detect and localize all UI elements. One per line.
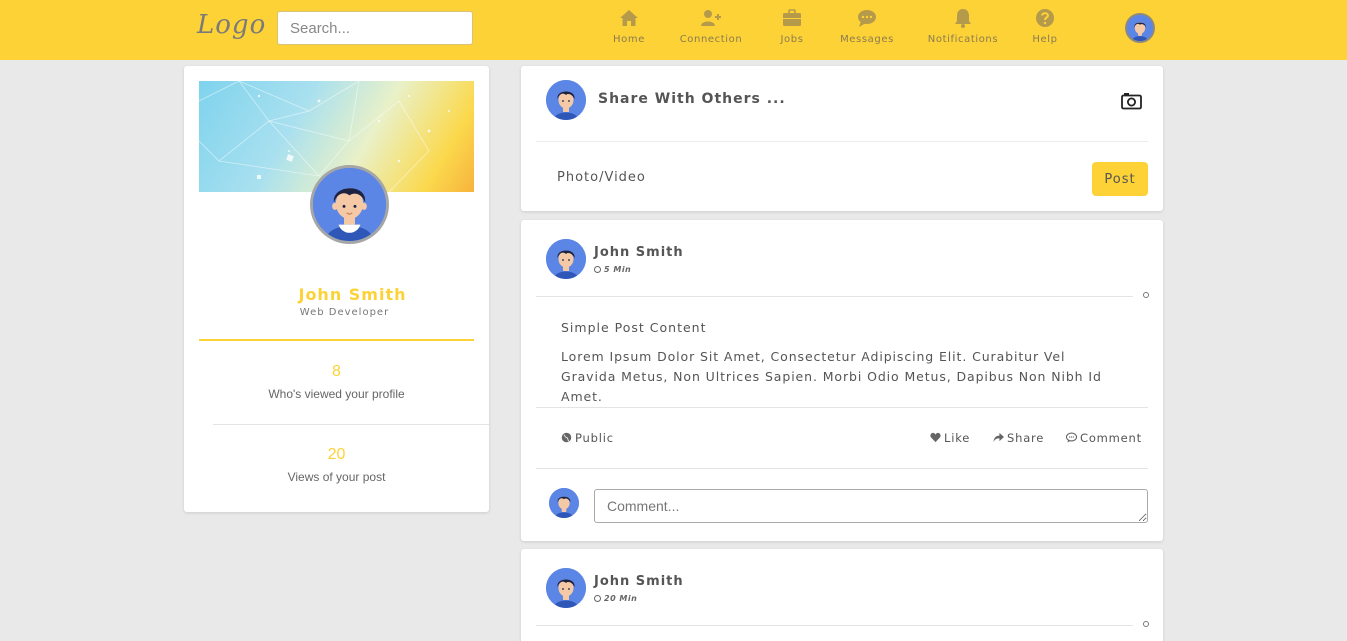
user-avatar[interactable] [1125,13,1155,43]
logo[interactable]: Logo [197,10,266,40]
comment-label: Comment [1080,431,1142,445]
nav-notifications[interactable]: Notifications [923,8,1003,45]
nav-label: Home [613,34,645,45]
share-label: Share [1007,431,1045,445]
post-author[interactable]: John Smith [594,245,684,260]
nav-label: Notifications [927,34,999,45]
share-button[interactable]: Share [993,431,1044,445]
stat-value: 20 [327,446,346,463]
post-author-avatar[interactable] [546,568,586,608]
avatar-icon [546,568,586,608]
avatar-icon [546,80,586,120]
post-heading: Simple Post Content [561,320,707,335]
share-avatar[interactable] [546,80,586,120]
stat-label: Who's viewed your profile [268,387,405,401]
visibility-label: Public [575,431,614,445]
like-label: Like [944,431,971,445]
divider [536,141,1148,142]
divider [536,625,1133,626]
avatar-icon [549,488,579,518]
post-views-stat[interactable]: 20 Views of your post [184,446,489,484]
avatar-icon [313,168,386,241]
divider [199,339,474,341]
avatar-icon [1127,15,1153,41]
divider [213,424,489,425]
post-card: John Smith 20 Min [521,549,1163,641]
share-icon [993,432,1004,443]
profile-avatar[interactable] [310,165,389,244]
clock-icon [594,266,601,273]
stat-label: Views of your post [287,470,386,484]
share-title[interactable]: Share With Others ... [598,91,786,107]
post-card: John Smith 5 Min Simple Post Content Lor… [521,220,1163,541]
nav-label: Connection [679,34,743,45]
divider [536,468,1148,469]
profile-card: John Smith Web Developer 8 Who's viewed … [184,66,489,512]
post-author-avatar[interactable] [546,239,586,279]
comment-button[interactable]: Comment [1065,431,1142,445]
question-icon [1036,9,1054,27]
nav-home[interactable]: Home [589,8,669,45]
bell-icon [955,9,971,28]
post-time-text: 20 Min [604,594,638,603]
divider [536,296,1133,297]
heart-icon [930,432,941,443]
comment-icon [858,10,876,27]
avatar-icon [546,239,586,279]
nav-help[interactable]: Help [1005,8,1085,45]
home-icon [620,10,638,26]
post-options-icon[interactable] [1143,292,1149,298]
nav-jobs[interactable]: Jobs [752,8,832,45]
post-time: 20 Min [594,594,637,603]
nav-messages[interactable]: Messages [827,8,907,45]
stat-value: 8 [332,363,341,380]
photo-video-link[interactable]: Photo/Video [557,170,646,185]
post-author[interactable]: John Smith [594,574,684,589]
nav-label: Jobs [780,34,804,45]
visibility-indicator: Public [561,431,614,445]
nav-connection[interactable]: Connection [671,8,751,45]
comment-input[interactable] [594,489,1148,523]
clock-icon [594,595,601,602]
comment-icon [1065,432,1078,443]
search-input[interactable] [277,11,473,45]
like-button[interactable]: Like [930,431,970,445]
post-body: Lorem Ipsum Dolor Sit Amet, Consectetur … [561,349,1102,404]
briefcase-icon [783,9,801,26]
post-time: 5 Min [594,265,631,274]
post-button[interactable]: Post [1092,162,1148,196]
commenter-avatar[interactable] [549,488,579,518]
profile-title: Web Developer [299,307,390,318]
camera-icon[interactable] [1121,92,1142,110]
share-card: Share With Others ... Photo/Video Post [521,66,1163,211]
post-options-icon[interactable] [1143,621,1149,627]
profile-views-stat[interactable]: 8 Who's viewed your profile [184,363,489,401]
post-time-text: 5 Min [604,265,632,274]
profile-name[interactable]: John Smith [184,285,521,304]
globe-icon [561,432,572,443]
nav-label: Messages [840,34,894,45]
top-navbar: Logo Home Connection Jobs Messages Notif… [0,0,1347,60]
user-plus-icon [701,10,721,26]
nav-label: Help [1032,34,1058,45]
divider [536,407,1148,408]
